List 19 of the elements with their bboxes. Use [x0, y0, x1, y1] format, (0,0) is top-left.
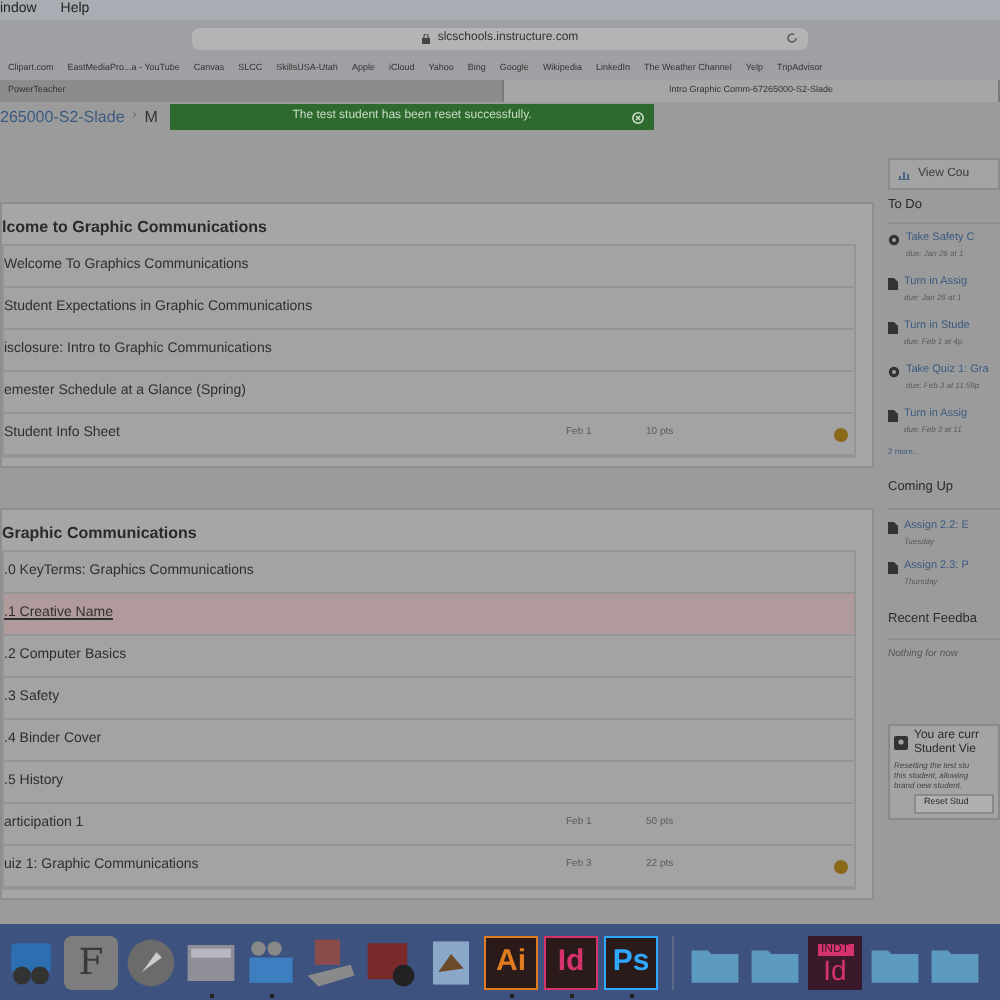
app-icon[interactable]: Ps — [604, 936, 658, 990]
person-badge-icon — [894, 736, 908, 751]
module-title: lcome to Graphic Communications — [2, 216, 269, 240]
breadcrumb-link[interactable]: M — [144, 105, 158, 129]
rocket-icon[interactable] — [124, 936, 178, 990]
close-icon[interactable] — [632, 111, 644, 123]
scanner-icon[interactable] — [304, 936, 358, 990]
lock-icon — [421, 33, 430, 43]
app-icon[interactable]: Id — [544, 936, 598, 990]
document-icon — [888, 409, 898, 422]
document-icon — [888, 561, 898, 573]
app-icon[interactable]: Ai — [484, 936, 538, 990]
bar-chart-icon — [898, 169, 910, 179]
document-icon — [888, 521, 898, 533]
document-icon — [888, 277, 898, 290]
reload-icon[interactable] — [786, 32, 798, 44]
module-title: Graphic Communications — [2, 522, 199, 546]
document-icon — [888, 321, 898, 334]
font-book-icon[interactable]: F — [64, 936, 118, 990]
